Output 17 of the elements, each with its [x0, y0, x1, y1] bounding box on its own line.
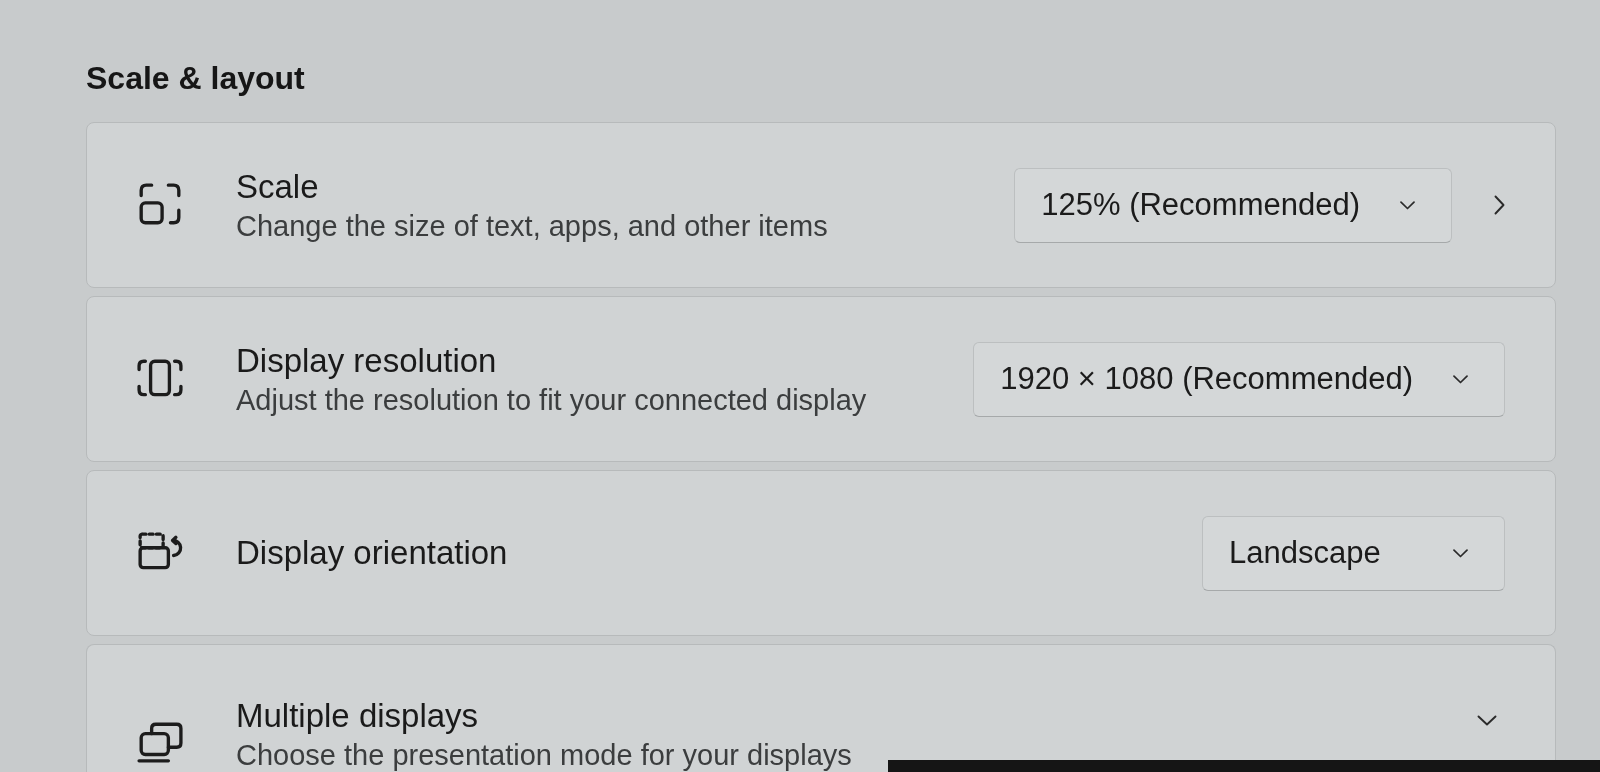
setting-card[interactable]: Multiple displays Choose the presentation mode for your displays — [86, 644, 1556, 772]
setting-description: Change the size of text, apps, and other items — [236, 210, 828, 242]
dropdown-button[interactable]: 125% (Recommended) — [1014, 167, 1452, 243]
setting-description: Adjust the resolution to fit your connected display — [236, 384, 867, 416]
dropdown-button[interactable]: 1920 × 1080 (Recommended) — [973, 341, 1505, 417]
chevron-down-icon — [1400, 200, 1415, 210]
setting-title: Scale — [236, 168, 319, 206]
setting-description: Choose the presentation mode for your displays — [236, 739, 852, 771]
section-heading: Scale & layout — [86, 59, 305, 97]
chevron-down-icon — [1453, 548, 1468, 558]
chevron-right-icon — [1494, 195, 1505, 215]
chevron-down-icon — [1453, 374, 1468, 384]
setting-title: Display resolution — [236, 342, 497, 380]
setting-title: Multiple displays — [236, 697, 479, 735]
dropdown-button[interactable]: Landscape — [1202, 515, 1505, 591]
setting-card[interactable]: Scale Change the size of text, apps, and other items 125% (Recommended) — [86, 122, 1556, 288]
setting-title: Display orientation — [236, 534, 508, 572]
